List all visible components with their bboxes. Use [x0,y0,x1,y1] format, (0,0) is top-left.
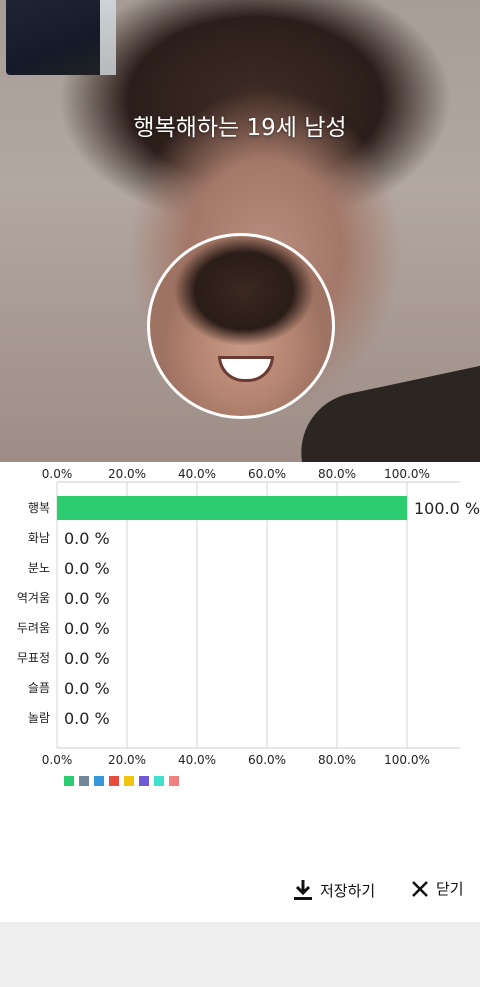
detected-face-circle [147,233,335,419]
legend-swatch [109,776,119,786]
x-tick-label-bottom: 100.0% [384,753,430,767]
result-title: 행복해하는 19세 남성 [133,115,347,141]
category-label: 분노 [28,561,50,575]
legend-swatch [94,776,104,786]
legend-swatch [169,776,179,786]
bottom-action-bar: 저장하기 닫기 [0,862,480,922]
x-tick-label-top: 80.0% [318,467,356,481]
value-label: 0.0 % [64,529,110,548]
value-label: 0.0 % [64,649,110,668]
value-label: 0.0 % [64,559,110,578]
x-tick-label-bottom: 60.0% [248,753,286,767]
face-photo: 행복해하는 19세 남성 [0,0,480,462]
value-label: 0.0 % [64,679,110,698]
category-label: 행복 [28,500,50,515]
legend-swatch [139,776,149,786]
x-tick-label-top: 40.0% [178,467,216,481]
category-label: 놀람 [28,711,50,725]
legend-swatch [64,776,74,786]
legend-swatch [154,776,164,786]
save-label: 저장하기 [320,881,376,900]
x-tick-label-bottom: 20.0% [108,753,146,767]
x-tick-label-bottom: 80.0% [318,753,356,767]
x-tick-label-top: 0.0% [42,467,73,481]
chart-legend [64,776,179,786]
category-label: 역겨움 [17,591,50,605]
category-label: 두려움 [17,621,50,635]
value-label: 100.0 % [414,499,480,518]
value-label: 0.0 % [64,619,110,638]
category-label: 무표정 [17,651,50,665]
smile-shape [218,356,274,382]
close-icon [412,880,428,897]
bar [57,496,407,520]
download-icon [294,880,312,900]
legend-swatch [124,776,134,786]
value-label: 0.0 % [64,709,110,728]
x-tick-label-top: 20.0% [108,467,146,481]
category-label: 화남 [28,531,50,545]
value-label: 0.0 % [64,589,110,608]
camera-thumbnail[interactable] [6,0,116,75]
emotion-bar-chart: 0.0% 0.0% 20.0% 20.0% 40.0% 40.0% 60.0% 60.0% 80… [17,467,480,767]
legend-swatch [79,776,89,786]
close-button[interactable]: 닫기 [410,878,464,899]
x-tick-label-top: 60.0% [248,467,286,481]
x-tick-label-bottom: 0.0% [42,753,73,767]
save-button[interactable]: 저장하기 [292,878,375,902]
x-tick-label-top: 100.0% [384,467,430,481]
x-tick-label-bottom: 40.0% [178,753,216,767]
close-label: 닫기 [436,880,464,898]
footer-bar [0,922,480,987]
category-label: 슬픔 [28,681,50,695]
